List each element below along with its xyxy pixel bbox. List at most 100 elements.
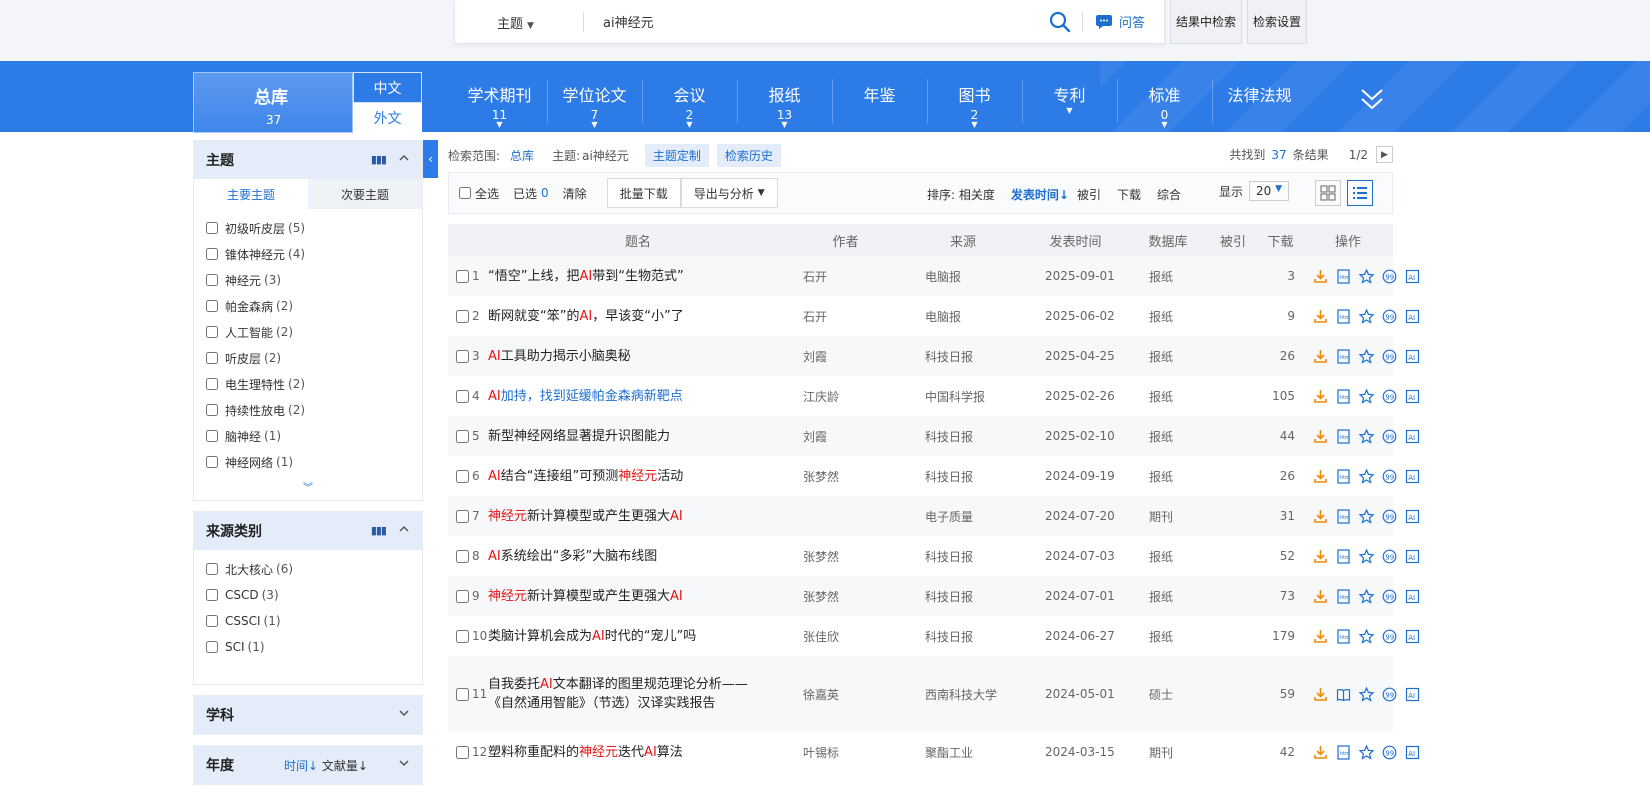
select-all-checkbox[interactable] xyxy=(459,187,471,199)
source-link[interactable]: 科技日报 xyxy=(903,456,1023,496)
download-icon[interactable] xyxy=(1313,629,1328,644)
tab-chinese[interactable]: 中文 xyxy=(353,72,422,103)
html-read-icon[interactable]: htm xyxy=(1336,548,1351,564)
facet-checkbox[interactable] xyxy=(206,300,218,312)
column-header[interactable]: 被引 xyxy=(1208,224,1258,256)
ai-assistant-icon[interactable]: AI xyxy=(1405,687,1420,702)
download-icon[interactable] xyxy=(1313,687,1328,702)
ai-assistant-icon[interactable]: AI xyxy=(1405,589,1420,604)
cite-quote-icon[interactable]: 99 xyxy=(1382,389,1397,404)
favorite-star-icon[interactable] xyxy=(1358,507,1375,524)
chevron-down-icon[interactable] xyxy=(398,757,410,769)
cite-quote-icon[interactable]: 99 xyxy=(1382,429,1397,444)
favorite-star-icon[interactable] xyxy=(1358,387,1375,404)
facet-header[interactable]: 学科 xyxy=(194,696,422,734)
cite-quote-icon[interactable]: 99 xyxy=(1382,349,1397,364)
source-link[interactable]: 电子质量 xyxy=(903,496,1023,536)
result-title-link[interactable]: 塑料称重配料的神经元迭代AI算法 xyxy=(488,732,788,772)
result-title-link[interactable]: “悟空”上线，把AI带到“生物范式” xyxy=(488,256,788,296)
favorite-star-icon[interactable] xyxy=(1358,267,1375,284)
facet-item[interactable]: 脑神经 (1) xyxy=(206,423,410,449)
row-checkbox[interactable] xyxy=(456,589,469,603)
facet-checkbox[interactable] xyxy=(206,352,218,364)
clear-button[interactable]: 清除 xyxy=(563,185,587,202)
chart-icon[interactable]: ▮▮▮ xyxy=(371,524,387,537)
tab-db-8[interactable]: 法律法规 xyxy=(1212,72,1307,130)
cite-quote-icon[interactable]: 99 xyxy=(1382,469,1397,484)
book-read-icon[interactable] xyxy=(1336,687,1351,702)
cite-quote-icon[interactable]: 99 xyxy=(1382,509,1397,524)
facet-checkbox[interactable] xyxy=(206,274,218,286)
chevron-up-icon[interactable] xyxy=(398,152,410,164)
ai-assistant-icon[interactable]: AI xyxy=(1405,469,1420,484)
favorite-star-icon[interactable] xyxy=(1358,685,1375,702)
html-read-icon[interactable]: htm xyxy=(1336,428,1351,444)
sort-by-time[interactable]: 时间↓ xyxy=(284,759,318,773)
ai-assistant-icon[interactable]: AI xyxy=(1405,549,1420,564)
row-checkbox[interactable] xyxy=(456,269,469,283)
row-checkbox[interactable] xyxy=(456,549,469,563)
chevron-down-icon[interactable] xyxy=(398,707,410,719)
sort-by-count[interactable]: 文献量↓ xyxy=(322,759,368,773)
source-link[interactable]: 科技日报 xyxy=(903,536,1023,576)
facet-item[interactable]: CSSCI (1) xyxy=(206,608,410,634)
favorite-star-icon[interactable] xyxy=(1358,427,1375,444)
source-link[interactable]: 电脑报 xyxy=(903,296,1023,336)
html-read-icon[interactable]: htm xyxy=(1336,628,1351,644)
facet-checkbox[interactable] xyxy=(206,430,218,442)
search-settings-button[interactable]: 检索设置 xyxy=(1247,0,1307,44)
facet-header[interactable]: 主题 ▮▮▮ xyxy=(194,141,422,179)
column-header[interactable]: 来源 xyxy=(903,224,1023,256)
html-read-icon[interactable]: htm xyxy=(1336,508,1351,524)
chevron-up-icon[interactable] xyxy=(398,523,410,535)
facet-checkbox[interactable] xyxy=(206,404,218,416)
row-checkbox[interactable] xyxy=(456,469,469,483)
facet-item[interactable]: 北大核心 (6) xyxy=(206,556,410,582)
html-read-icon[interactable]: htm xyxy=(1336,588,1351,604)
result-title-link[interactable]: 新型神经网络显著提升识图能力 xyxy=(488,416,788,456)
cite-quote-icon[interactable]: 99 xyxy=(1382,589,1397,604)
html-read-icon[interactable]: htm xyxy=(1336,468,1351,484)
author-link[interactable]: 张梦然 xyxy=(788,576,903,616)
search-input[interactable]: ai神经元 xyxy=(603,12,654,31)
tab-foreign[interactable]: 外文 xyxy=(353,103,422,133)
author-link[interactable]: 叶锡标 xyxy=(788,732,903,772)
facet-item[interactable]: 电生理特性 (2) xyxy=(206,371,410,397)
source-link[interactable]: 西南科技大学 xyxy=(903,656,1023,732)
result-title-link[interactable]: 神经元新计算模型或产生更强大AI xyxy=(488,496,788,536)
row-checkbox[interactable] xyxy=(456,687,469,701)
favorite-star-icon[interactable] xyxy=(1358,347,1375,364)
download-icon[interactable] xyxy=(1313,469,1328,484)
tab-db-6[interactable]: 专利 ▼ xyxy=(1022,72,1117,130)
source-link[interactable]: 电脑报 xyxy=(903,256,1023,296)
grid-view-icon[interactable] xyxy=(1315,180,1341,206)
facet-header[interactable]: 来源类别 ▮▮▮ xyxy=(194,512,422,550)
result-title-link[interactable]: AI结合“连接组”可预测神经元活动 xyxy=(488,456,788,496)
download-icon[interactable] xyxy=(1313,389,1328,404)
favorite-star-icon[interactable] xyxy=(1358,627,1375,644)
author-link[interactable]: 刘霞 xyxy=(788,336,903,376)
cite-quote-icon[interactable]: 99 xyxy=(1382,549,1397,564)
download-icon[interactable] xyxy=(1313,549,1328,564)
download-icon[interactable] xyxy=(1313,509,1328,524)
collapse-sidebar-button[interactable]: ‹ xyxy=(423,140,438,178)
cite-quote-icon[interactable]: 99 xyxy=(1382,745,1397,760)
row-checkbox[interactable] xyxy=(456,309,469,323)
source-link[interactable]: 中国科学报 xyxy=(903,376,1023,416)
qa-link[interactable]: 问答 xyxy=(1095,12,1145,31)
source-link[interactable]: 科技日报 xyxy=(903,576,1023,616)
sort-download[interactable]: 下载 xyxy=(1117,186,1141,203)
facet-item[interactable]: 听皮层 (2) xyxy=(206,345,410,371)
facet-item[interactable]: 锥体神经元 (4) xyxy=(206,241,410,267)
topic-custom-button[interactable]: 主题定制 xyxy=(644,143,709,167)
chart-icon[interactable]: ▮▮▮ xyxy=(371,153,387,166)
more-chevron-icon[interactable]: ︾ xyxy=(194,475,422,500)
page-size-select[interactable]: 20 ▼ xyxy=(1249,181,1290,201)
author-link[interactable]: 徐嘉英 xyxy=(788,656,903,732)
tab-db-3[interactable]: 报纸 13 ▼ xyxy=(737,72,832,130)
tab-db-2[interactable]: 会议 2 ▼ xyxy=(642,72,737,130)
source-link[interactable]: 科技日报 xyxy=(903,416,1023,456)
favorite-star-icon[interactable] xyxy=(1358,743,1375,760)
author-link[interactable]: 张佳欣 xyxy=(788,616,903,656)
sort-date[interactable]: 发表时间↓ xyxy=(1011,186,1069,203)
